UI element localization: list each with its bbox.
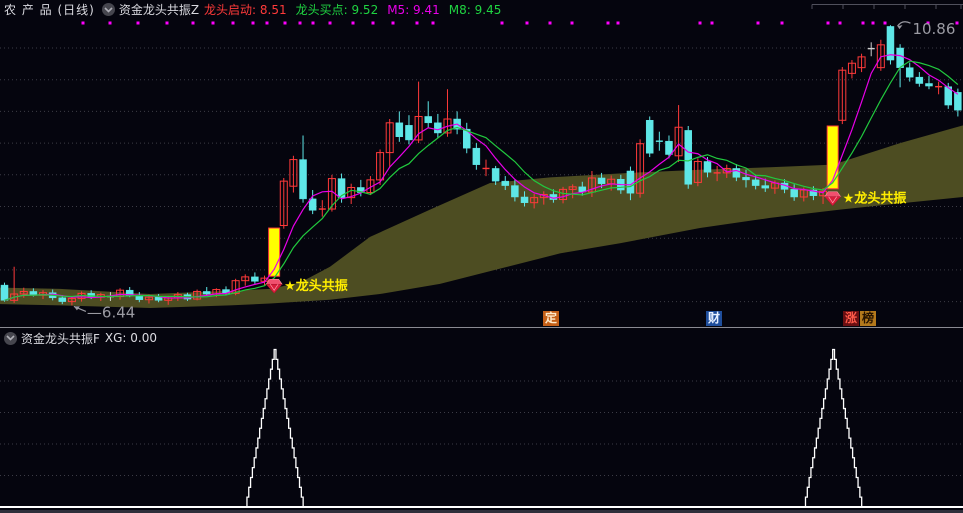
low-price-label: —6.44 (73, 303, 135, 321)
main-chart-header: 农 产 品 (日线) 资金龙头共振Z 龙头启动: 8.51 龙头买点: 9.52 M… (0, 0, 963, 19)
xg-value: XG: 0.00 (104, 331, 158, 345)
svg-text:10.86: 10.86 (912, 20, 955, 38)
panel-divider[interactable] (0, 327, 963, 328)
sub-chart-header: 资金龙头共振F XG: 0.00 (0, 329, 157, 347)
main-candlestick-chart[interactable]: 10.86 —6.44 ★龙头共振 ★龙头共振 (0, 0, 963, 327)
trading-chart-window: 农 产 品 (日线) 资金龙头共振Z 龙头启动: 8.51 龙头买点: 9.52 M… (0, 0, 963, 513)
indicator-field-1: 龙头买点: 9.52 (295, 3, 379, 17)
collapse-chevron-icon[interactable] (101, 3, 115, 16)
watermark-badge-3[interactable]: 榜 (860, 311, 876, 326)
symbol-title: 农 产 品 (日线) (4, 3, 95, 17)
main-indicator-name[interactable]: 资金龙头共振Z (119, 1, 199, 18)
watermark-badge-0[interactable]: 定 (543, 311, 559, 326)
indicator-field-0: 龙头启动: 8.51 (204, 3, 287, 17)
sub-indicator-name[interactable]: 资金龙头共振F (21, 330, 100, 347)
indicator-field-2: M5: 9.41 (387, 3, 440, 17)
xg-spike-0 (245, 348, 304, 508)
main-indicator-values: 龙头启动: 8.51 龙头买点: 9.52 M5: 9.41 M8: 9.45 (204, 1, 510, 18)
sub-collapse-chevron-icon[interactable] (4, 331, 17, 345)
svg-text:★龙头共振: ★龙头共振 (843, 191, 907, 207)
svg-text:—6.44: —6.44 (87, 303, 135, 321)
magenta-dot-markers (81, 21, 959, 25)
high-price-label: 10.86 (896, 20, 955, 38)
indicator-field-3: M8: 9.45 (448, 3, 502, 17)
xg-signal-chart[interactable] (0, 327, 963, 513)
fund-band-area (0, 125, 963, 308)
xg-spike-1 (803, 348, 863, 508)
watermark-badge-2[interactable]: 涨 (843, 311, 859, 326)
watermark-badge-1[interactable]: 财 (706, 311, 722, 326)
svg-text:★龙头共振: ★龙头共振 (284, 278, 348, 294)
